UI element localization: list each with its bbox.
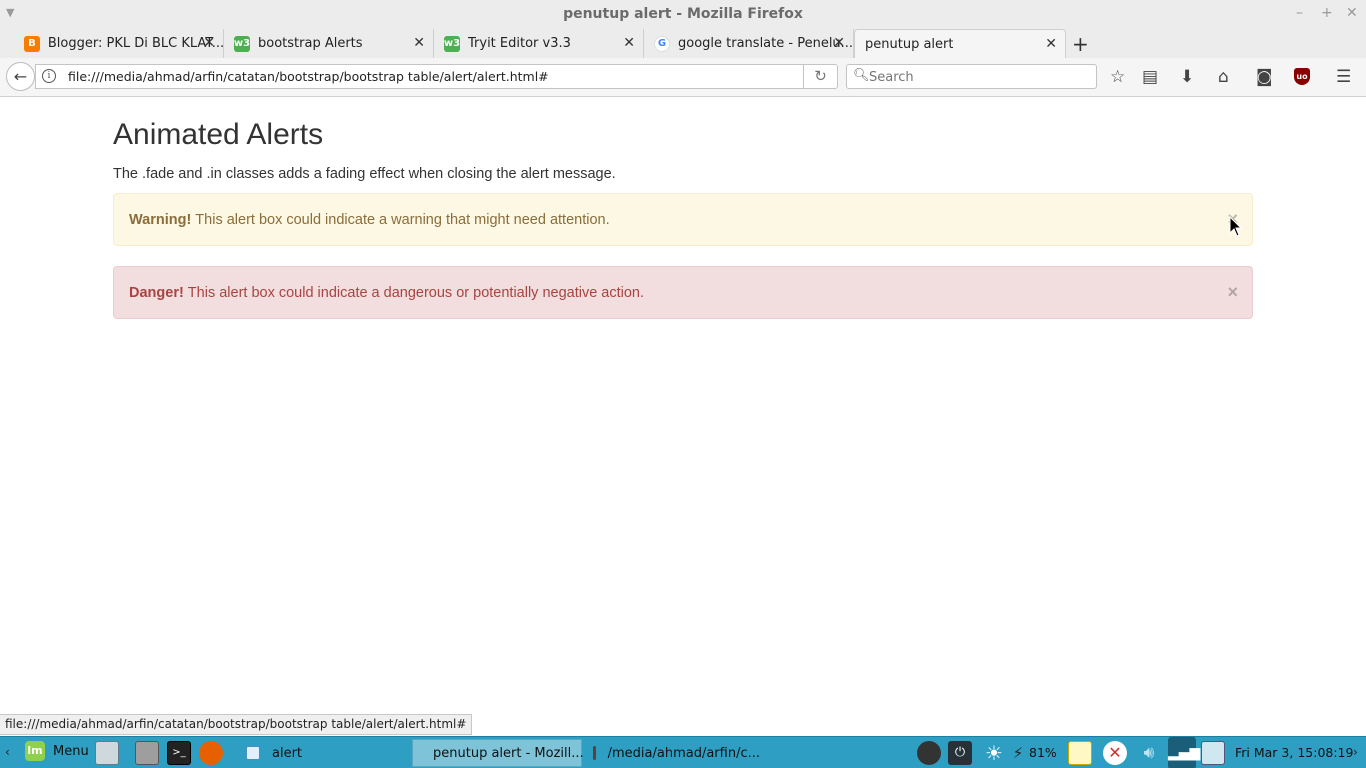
tab-strip: B Blogger: PKL Di BLC KLAT... ✕ w3 boots…	[0, 29, 1366, 58]
tab-penutup-alert[interactable]: penutup alert ✕	[854, 29, 1066, 58]
alert-title: Warning!	[129, 211, 192, 228]
maximize-icon[interactable]: +	[1321, 5, 1333, 21]
search-input[interactable]	[869, 68, 1089, 86]
task-label: alert	[272, 745, 303, 761]
tab-bootstrap-alerts[interactable]: w3 bootstrap Alerts ✕	[224, 29, 434, 58]
reload-icon[interactable]: ↻	[803, 65, 837, 88]
tab-close-icon[interactable]: ✕	[413, 35, 425, 51]
tab-label: Tryit Editor v3.3	[468, 36, 571, 51]
task-firefox[interactable]: penutup alert - Mozill...	[412, 739, 584, 767]
window-title: penutup alert - Mozilla Firefox	[563, 6, 803, 22]
folder-icon	[246, 746, 260, 760]
page-content: Animated Alerts The .fade and .in classe…	[113, 97, 1253, 319]
search-bar[interactable]: 🔍︎	[846, 64, 1097, 89]
tab-label: google translate - Penelu...	[678, 36, 853, 51]
search-icon: 🔍︎	[853, 68, 870, 83]
minimize-icon[interactable]: –	[1296, 5, 1303, 21]
tab-blogger[interactable]: B Blogger: PKL Di BLC KLAT... ✕	[14, 29, 224, 58]
bookmark-star-icon[interactable]: ☆	[1110, 67, 1125, 87]
back-button[interactable]: ←	[6, 62, 35, 91]
w3schools-icon: w3	[234, 35, 250, 52]
status-url: file:///media/ahmad/arfin/catatan/bootst…	[0, 714, 473, 735]
update-error-icon[interactable]: ✕	[1103, 741, 1127, 765]
danger-alert: Danger! This alert box could indicate a …	[113, 266, 1253, 319]
tab-google-translate[interactable]: G google translate - Penelu... ✕	[644, 29, 854, 58]
new-tab-icon[interactable]: +	[1072, 32, 1089, 56]
tab-label: Blogger: PKL Di BLC KLAT...	[47, 36, 223, 51]
power-icon[interactable]: ⏻	[948, 741, 972, 765]
tab-close-icon[interactable]: ✕	[623, 35, 635, 51]
tab-tryit-editor[interactable]: w3 Tryit Editor v3.3 ✕	[434, 29, 644, 58]
url-bar[interactable]: i file:///media/ahmad/arfin/catatan/boot…	[35, 64, 838, 89]
alert-message: This alert box could indicate a warning …	[195, 211, 610, 228]
page-description: The .fade and .in classes adds a fading …	[113, 166, 616, 182]
editor-icon	[593, 746, 596, 760]
reading-list-icon[interactable]: ▤	[1142, 67, 1158, 87]
tab-label: penutup alert	[865, 36, 954, 52]
page-heading: Animated Alerts	[113, 118, 324, 151]
task-label: /media/ahmad/arfin/c...	[607, 745, 760, 761]
tab-close-icon[interactable]: ✕	[1045, 36, 1057, 52]
window-titlebar: ▼ penutup alert - Mozilla Firefox – + ✕	[0, 0, 1366, 29]
keyboard-layout-icon[interactable]	[1068, 741, 1092, 765]
back-arrow-icon: ←	[13, 67, 28, 86]
alert-message: This alert box could indicate a dangerou…	[187, 284, 645, 301]
warning-alert: Warning! This alert box could indicate a…	[113, 193, 1253, 246]
home-icon[interactable]: ⌂	[1218, 67, 1229, 87]
tab-close-icon[interactable]: ✕	[833, 35, 845, 51]
google-icon: G	[654, 35, 670, 52]
ublock-icon[interactable]: uo	[1294, 68, 1310, 85]
battery-percent: 81%	[1029, 745, 1057, 760]
start-menu-label: Menu	[53, 743, 89, 759]
network-signal-icon[interactable]: ▂▄▆	[1168, 737, 1200, 768]
brightness-icon[interactable]: ☀	[982, 741, 1006, 765]
alert-title: Danger!	[129, 284, 184, 301]
tab-close-icon[interactable]: ✕	[203, 35, 215, 51]
pocket-icon[interactable]: ◙	[1256, 67, 1273, 87]
network-wired-icon[interactable]	[1201, 741, 1225, 765]
hamburger-menu-icon[interactable]: ☰	[1336, 67, 1351, 87]
task-label: penutup alert - Mozill...	[433, 745, 584, 761]
tab-label: bootstrap Alerts	[258, 36, 363, 51]
close-window-icon[interactable]: ✕	[1346, 5, 1358, 21]
battery-icon[interactable]: ⚡	[1010, 741, 1026, 765]
camera-icon[interactable]	[917, 741, 941, 765]
alert-close-button[interactable]: ×	[1227, 282, 1238, 302]
firefox-icon[interactable]	[199, 741, 223, 765]
taskbar: ‹ lm Menu >_ alert penutup alert - Mozil…	[0, 736, 1366, 768]
site-info-icon[interactable]: i	[42, 69, 56, 83]
w3schools-icon: w3	[444, 35, 460, 52]
url-text[interactable]: file:///media/ahmad/arfin/catatan/bootst…	[68, 69, 549, 84]
mint-logo-icon: lm	[25, 741, 45, 761]
download-icon[interactable]: ⬇	[1180, 67, 1194, 87]
navigation-toolbar: ← i file:///media/ahmad/arfin/catatan/bo…	[0, 58, 1366, 97]
taskbar-scroll-right-icon[interactable]: ›	[1353, 745, 1358, 759]
mouse-cursor-icon	[1229, 216, 1243, 237]
blogger-icon: B	[24, 35, 40, 52]
task-editor[interactable]: /media/ahmad/arfin/c...	[585, 739, 760, 767]
task-alert-folder[interactable]: alert	[238, 739, 408, 767]
start-menu-button[interactable]: lm Menu	[25, 741, 89, 761]
taskbar-scroll-left-icon[interactable]: ‹	[5, 745, 10, 759]
file-manager-icon[interactable]	[135, 741, 159, 765]
show-desktop-icon[interactable]	[95, 741, 119, 765]
volume-icon[interactable]: 🔊︎	[1137, 741, 1161, 765]
clock[interactable]: Fri Mar 3, 15:08:19	[1235, 745, 1353, 760]
terminal-icon[interactable]: >_	[167, 741, 191, 765]
